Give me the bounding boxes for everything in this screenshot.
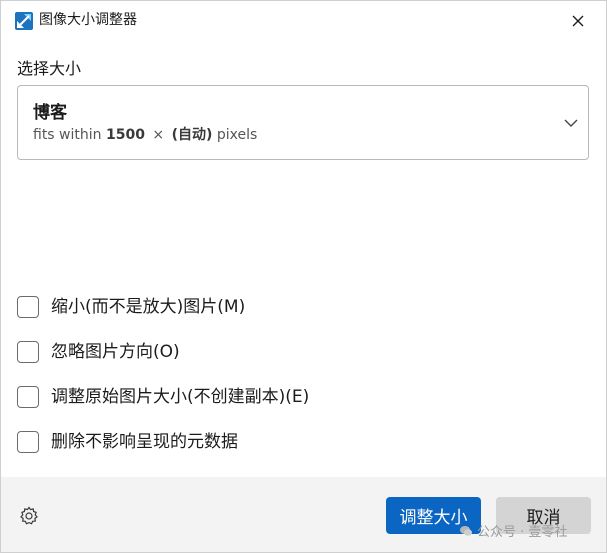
option-ignore-orientation[interactable]: 忽略图片方向(O) bbox=[17, 339, 180, 365]
title-bar: 图像大小调整器 bbox=[1, 1, 606, 41]
size-height: (自动) bbox=[171, 127, 213, 143]
size-section-label: 选择大小 bbox=[17, 59, 82, 78]
size-dropdown[interactable]: 博客 fits within 1500 × (自动) pixels bbox=[17, 85, 589, 160]
option-label: 删除不影响呈现的元数据 bbox=[51, 432, 238, 452]
option-label: 忽略图片方向(O) bbox=[51, 342, 180, 362]
dialog-footer: 调整大小 取消 bbox=[1, 477, 606, 552]
option-label: 调整原始图片大小(不创建副本)(E) bbox=[51, 387, 310, 407]
close-icon bbox=[572, 15, 583, 27]
image-resizer-icon bbox=[15, 12, 33, 30]
option-shrink-only[interactable]: 缩小(而不是放大)图片(M) bbox=[17, 294, 245, 320]
size-times: × bbox=[152, 127, 165, 143]
size-width: 1500 bbox=[105, 127, 145, 143]
selected-size-name: 博客 bbox=[33, 103, 67, 123]
checkbox[interactable] bbox=[17, 431, 39, 453]
option-resize-original[interactable]: 调整原始图片大小(不创建副本)(E) bbox=[17, 384, 309, 410]
gear-icon[interactable] bbox=[19, 506, 39, 526]
window-title: 图像大小调整器 bbox=[39, 12, 137, 28]
wechat-icon bbox=[460, 525, 472, 536]
selected-size-description: fits within 1500 × (自动) pixels bbox=[33, 126, 257, 144]
option-remove-metadata[interactable]: 删除不影响呈现的元数据 bbox=[17, 429, 238, 455]
image-resizer-dialog: 图像大小调整器 选择大小 博客 fits within 1500 × (自动) … bbox=[0, 0, 607, 553]
checkbox[interactable] bbox=[17, 296, 39, 318]
watermark: 公众号 · 壹零社 bbox=[459, 521, 567, 540]
option-label: 缩小(而不是放大)图片(M) bbox=[51, 297, 246, 317]
chevron-down-icon bbox=[564, 119, 578, 127]
size-desc-prefix: fits within bbox=[33, 127, 102, 143]
close-button[interactable] bbox=[549, 1, 606, 41]
checkbox[interactable] bbox=[17, 386, 39, 408]
checkbox[interactable] bbox=[17, 341, 39, 363]
size-unit: pixels bbox=[216, 127, 258, 143]
watermark-text: 公众号 · 壹零社 bbox=[477, 525, 568, 540]
